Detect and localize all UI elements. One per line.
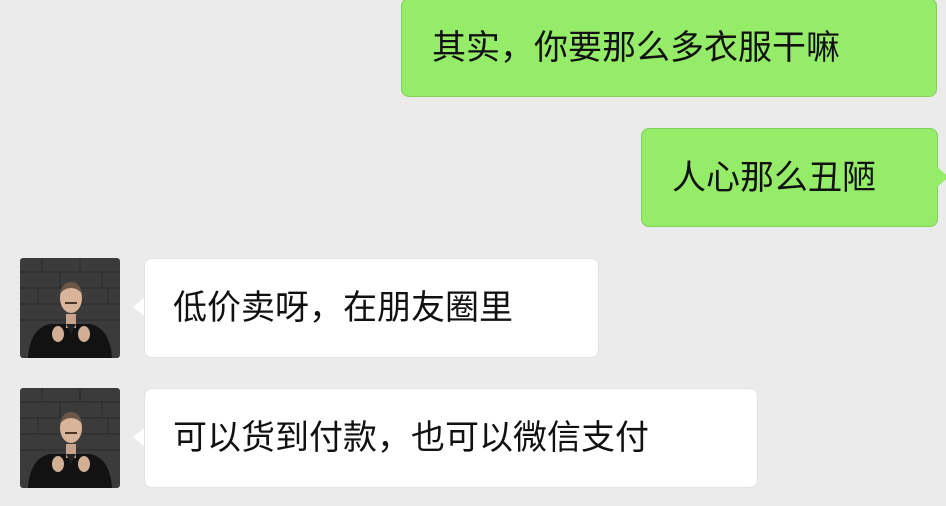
message-text: 可以货到付款，也可以微信支付 (173, 418, 649, 458)
message-text: 低价卖呀，在朋友圈里 (173, 288, 513, 328)
contact-avatar[interactable] (20, 388, 120, 488)
contact-avatar[interactable] (20, 258, 120, 358)
outgoing-message-bubble[interactable]: 其实，你要那么多衣服干嘛 (401, 0, 937, 97)
message-text: 其实，你要那么多衣服干嘛 (432, 27, 840, 68)
message-text: 人心那么丑陋 (672, 157, 876, 198)
contact-avatar-photo (20, 258, 120, 358)
incoming-message-bubble[interactable]: 低价卖呀，在朋友圈里 (144, 258, 599, 358)
outgoing-message-bubble[interactable]: 人心那么丑陋 (641, 128, 938, 227)
contact-avatar-photo (20, 388, 120, 488)
chat-area: 其实，你要那么多衣服干嘛 人心那么丑陋 低价卖呀，在朋友圈里 可以货到付款，也可… (0, 0, 946, 506)
bubble-tail (937, 167, 946, 187)
incoming-message-bubble[interactable]: 可以货到付款，也可以微信支付 (144, 388, 758, 488)
